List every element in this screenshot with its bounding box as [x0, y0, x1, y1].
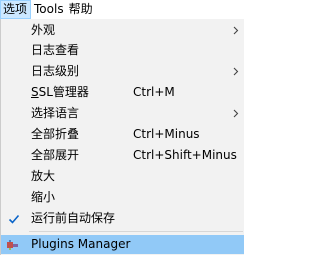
menu-item-label: Plugins Manager: [31, 237, 131, 251]
menu-bar: 选项 Tools 帮助: [0, 0, 244, 19]
menu-item-shortcut: Ctrl+Minus: [133, 127, 200, 141]
menu-item-label: 缩小: [31, 190, 56, 204]
menu-item-expand-all[interactable]: 全部展开 Ctrl+Shift+Minus: [1, 146, 244, 165]
menu-item-plugins-manager[interactable]: Plugins Manager: [1, 235, 244, 254]
plugin-icon: [7, 240, 18, 250]
menu-item-shortcut: Ctrl+Shift+Minus: [133, 148, 237, 162]
menu-item-label: 日志级别: [31, 64, 80, 78]
menu-options[interactable]: 选项: [0, 0, 32, 19]
menu-item-label: 放大: [31, 169, 56, 183]
menu-item-label: SSL管理器: [31, 85, 89, 99]
menu-item-auto-save-before-run[interactable]: 运行前自动保存: [1, 209, 244, 228]
menu-item-select-language[interactable]: 选择语言: [1, 104, 244, 123]
menu-help[interactable]: 帮助: [66, 0, 95, 19]
menu-item-label: 全部展开: [31, 148, 80, 162]
menu-item-label: 运行前自动保存: [31, 211, 116, 225]
checkmark-icon: [8, 214, 20, 224]
menu-item-ssl-manager[interactable]: SSL管理器 Ctrl+M: [1, 83, 244, 102]
menu-item-label: 选择语言: [31, 106, 80, 120]
menu-item-appearance[interactable]: 外观: [1, 21, 244, 40]
menu-item-shortcut: Ctrl+M: [133, 85, 175, 99]
chevron-right-icon: [233, 26, 239, 35]
menu-item-collapse-all[interactable]: 全部折叠 Ctrl+Minus: [1, 125, 244, 144]
menu-item-zoom-out[interactable]: 缩小: [1, 188, 244, 207]
options-dropdown-menu: 外观 日志查看 日志级别 SSL管理器 Ctrl+M 选择语言 全部折叠 Ctr…: [0, 19, 244, 255]
menu-item-zoom-in[interactable]: 放大: [1, 167, 244, 186]
chevron-right-icon: [233, 109, 239, 118]
menu-item-log-view[interactable]: 日志查看: [1, 41, 244, 60]
menu-separator: [29, 231, 243, 232]
menu-item-label: 日志查看: [31, 43, 80, 57]
menu-tools[interactable]: Tools: [31, 0, 66, 19]
menu-item-label: 全部折叠: [31, 127, 80, 141]
chevron-right-icon: [233, 67, 239, 76]
menu-item-log-level[interactable]: 日志级别: [1, 62, 244, 81]
menu-item-label: 外观: [31, 23, 56, 37]
